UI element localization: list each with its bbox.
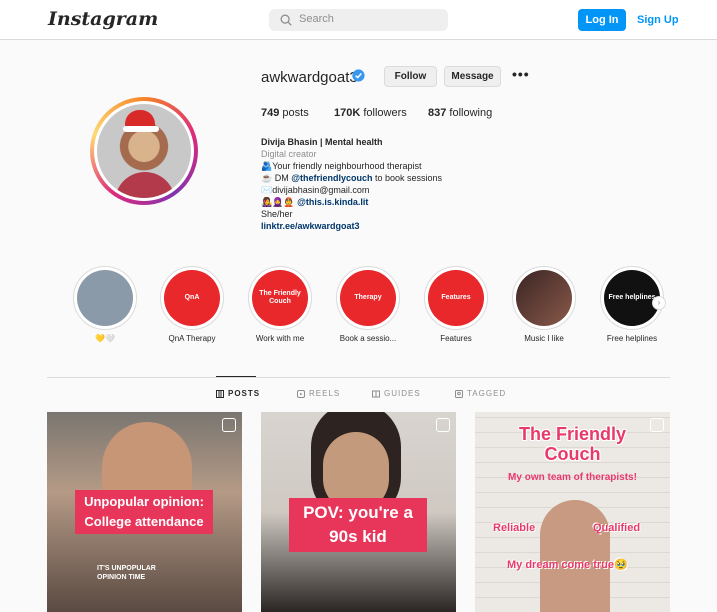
- highlight-item[interactable]: The Friendly Couch Work with me: [245, 266, 315, 343]
- highlight-cover: Features: [428, 270, 484, 326]
- tagged-icon: [455, 389, 463, 398]
- profile-avatar-ring[interactable]: [90, 97, 198, 205]
- post-small-text: IT'S UNPOPULAR OPINION TIME: [97, 565, 156, 581]
- profile-bio: Divija Bhasin | Mental health Digital cr…: [261, 136, 442, 232]
- grid-icon: [216, 389, 224, 398]
- highlight-cover: The Friendly Couch: [252, 270, 308, 326]
- follow-button[interactable]: Follow: [384, 66, 437, 87]
- posts-count: 749 posts: [261, 107, 309, 119]
- post-thumbnail[interactable]: Unpopular opinion: College attendance IT…: [47, 412, 242, 612]
- login-button[interactable]: Log In: [578, 9, 626, 31]
- post-tag: Qualified: [593, 522, 641, 534]
- search-input[interactable]: Search: [299, 13, 334, 25]
- highlight-item[interactable]: Music I like: [509, 266, 579, 343]
- instagram-logo[interactable]: Instagram: [48, 8, 158, 30]
- highlight-label: 💛🤍: [95, 334, 115, 343]
- post-title: The Friendly Couch: [518, 424, 626, 464]
- search-icon: [280, 14, 292, 26]
- post-thumbnail[interactable]: The Friendly Couch My own team of therap…: [475, 412, 670, 612]
- highlight-label: Book a sessio...: [339, 334, 397, 343]
- reel-icon: [650, 418, 664, 432]
- bio-line: 👩‍🎤🧕👲 @this.is.kinda.lit: [261, 197, 369, 207]
- highlight-cover: QnA: [164, 270, 220, 326]
- highlight-label: Free helplines: [606, 334, 658, 343]
- highlight-label: Music I like: [524, 334, 564, 343]
- post-caption: Unpopular opinion: College attendance: [75, 490, 213, 534]
- reel-icon: [436, 418, 450, 432]
- highlight-cover: [77, 270, 133, 326]
- profile-username: awkwardgoat3: [261, 69, 358, 86]
- post-tag: My dream come true🥹: [507, 559, 628, 571]
- highlight-label: QnA Therapy: [168, 334, 216, 343]
- bio-line: She/her: [261, 209, 293, 219]
- active-tab-indicator: [216, 376, 256, 377]
- more-options-icon[interactable]: •••: [512, 66, 530, 82]
- post-tag: Reliable: [493, 522, 536, 534]
- post-caption: POV: you're a 90s kid: [289, 498, 427, 552]
- tab-posts[interactable]: POSTS: [216, 389, 260, 398]
- tab-divider: [47, 377, 670, 378]
- highlight-label: Work with me: [255, 334, 305, 343]
- mention-link[interactable]: @thefriendlycouch: [291, 173, 372, 183]
- bio-name: Divija Bhasin | Mental health: [261, 137, 383, 147]
- highlight-cover: Therapy: [340, 270, 396, 326]
- highlight-item[interactable]: 💛🤍: [70, 266, 140, 343]
- following-count[interactable]: 837 following: [428, 107, 492, 119]
- bio-external-link[interactable]: linktr.ee/awkwardgoat3: [261, 220, 442, 232]
- bio-category: Digital creator: [261, 149, 317, 159]
- highlight-cover: [516, 270, 572, 326]
- person-figure: [540, 500, 610, 612]
- tab-tagged[interactable]: TAGGED: [455, 389, 506, 398]
- bio-line: ✉️divijabhasin@gmail.com: [261, 185, 370, 195]
- message-button[interactable]: Message: [444, 66, 501, 87]
- guides-icon: [372, 390, 380, 397]
- reels-icon: [297, 389, 305, 398]
- search-box[interactable]: Search: [269, 9, 448, 31]
- tab-guides[interactable]: GUIDES: [372, 389, 421, 398]
- top-nav-bar: Instagram Search Log In Sign Up: [0, 0, 717, 40]
- highlight-item[interactable]: QnA QnA Therapy: [157, 266, 227, 343]
- highlight-cover: Free helplines: [604, 270, 660, 326]
- highlight-item[interactable]: Therapy Book a sessio...: [333, 266, 403, 343]
- signup-link[interactable]: Sign Up: [637, 14, 679, 26]
- bio-line: ☕ DM @thefriendlycouch to book sessions: [261, 173, 443, 183]
- verified-badge-icon: [352, 69, 365, 82]
- mention-link[interactable]: @this.is.kinda.lit: [297, 197, 368, 207]
- avatar: [97, 104, 191, 198]
- bio-line: 🫂Your friendly neighbourhood therapist: [261, 161, 422, 171]
- tab-reels[interactable]: REELS: [297, 389, 340, 398]
- post-subtitle: My own team of therapists!: [508, 472, 637, 483]
- followers-count[interactable]: 170K followers: [334, 107, 407, 119]
- highlight-label: Features: [440, 334, 472, 343]
- post-thumbnail[interactable]: POV: you're a 90s kid: [261, 412, 456, 612]
- reel-icon: [222, 418, 236, 432]
- chevron-right-icon[interactable]: ›: [652, 296, 666, 310]
- highlight-item[interactable]: Features Features: [421, 266, 491, 343]
